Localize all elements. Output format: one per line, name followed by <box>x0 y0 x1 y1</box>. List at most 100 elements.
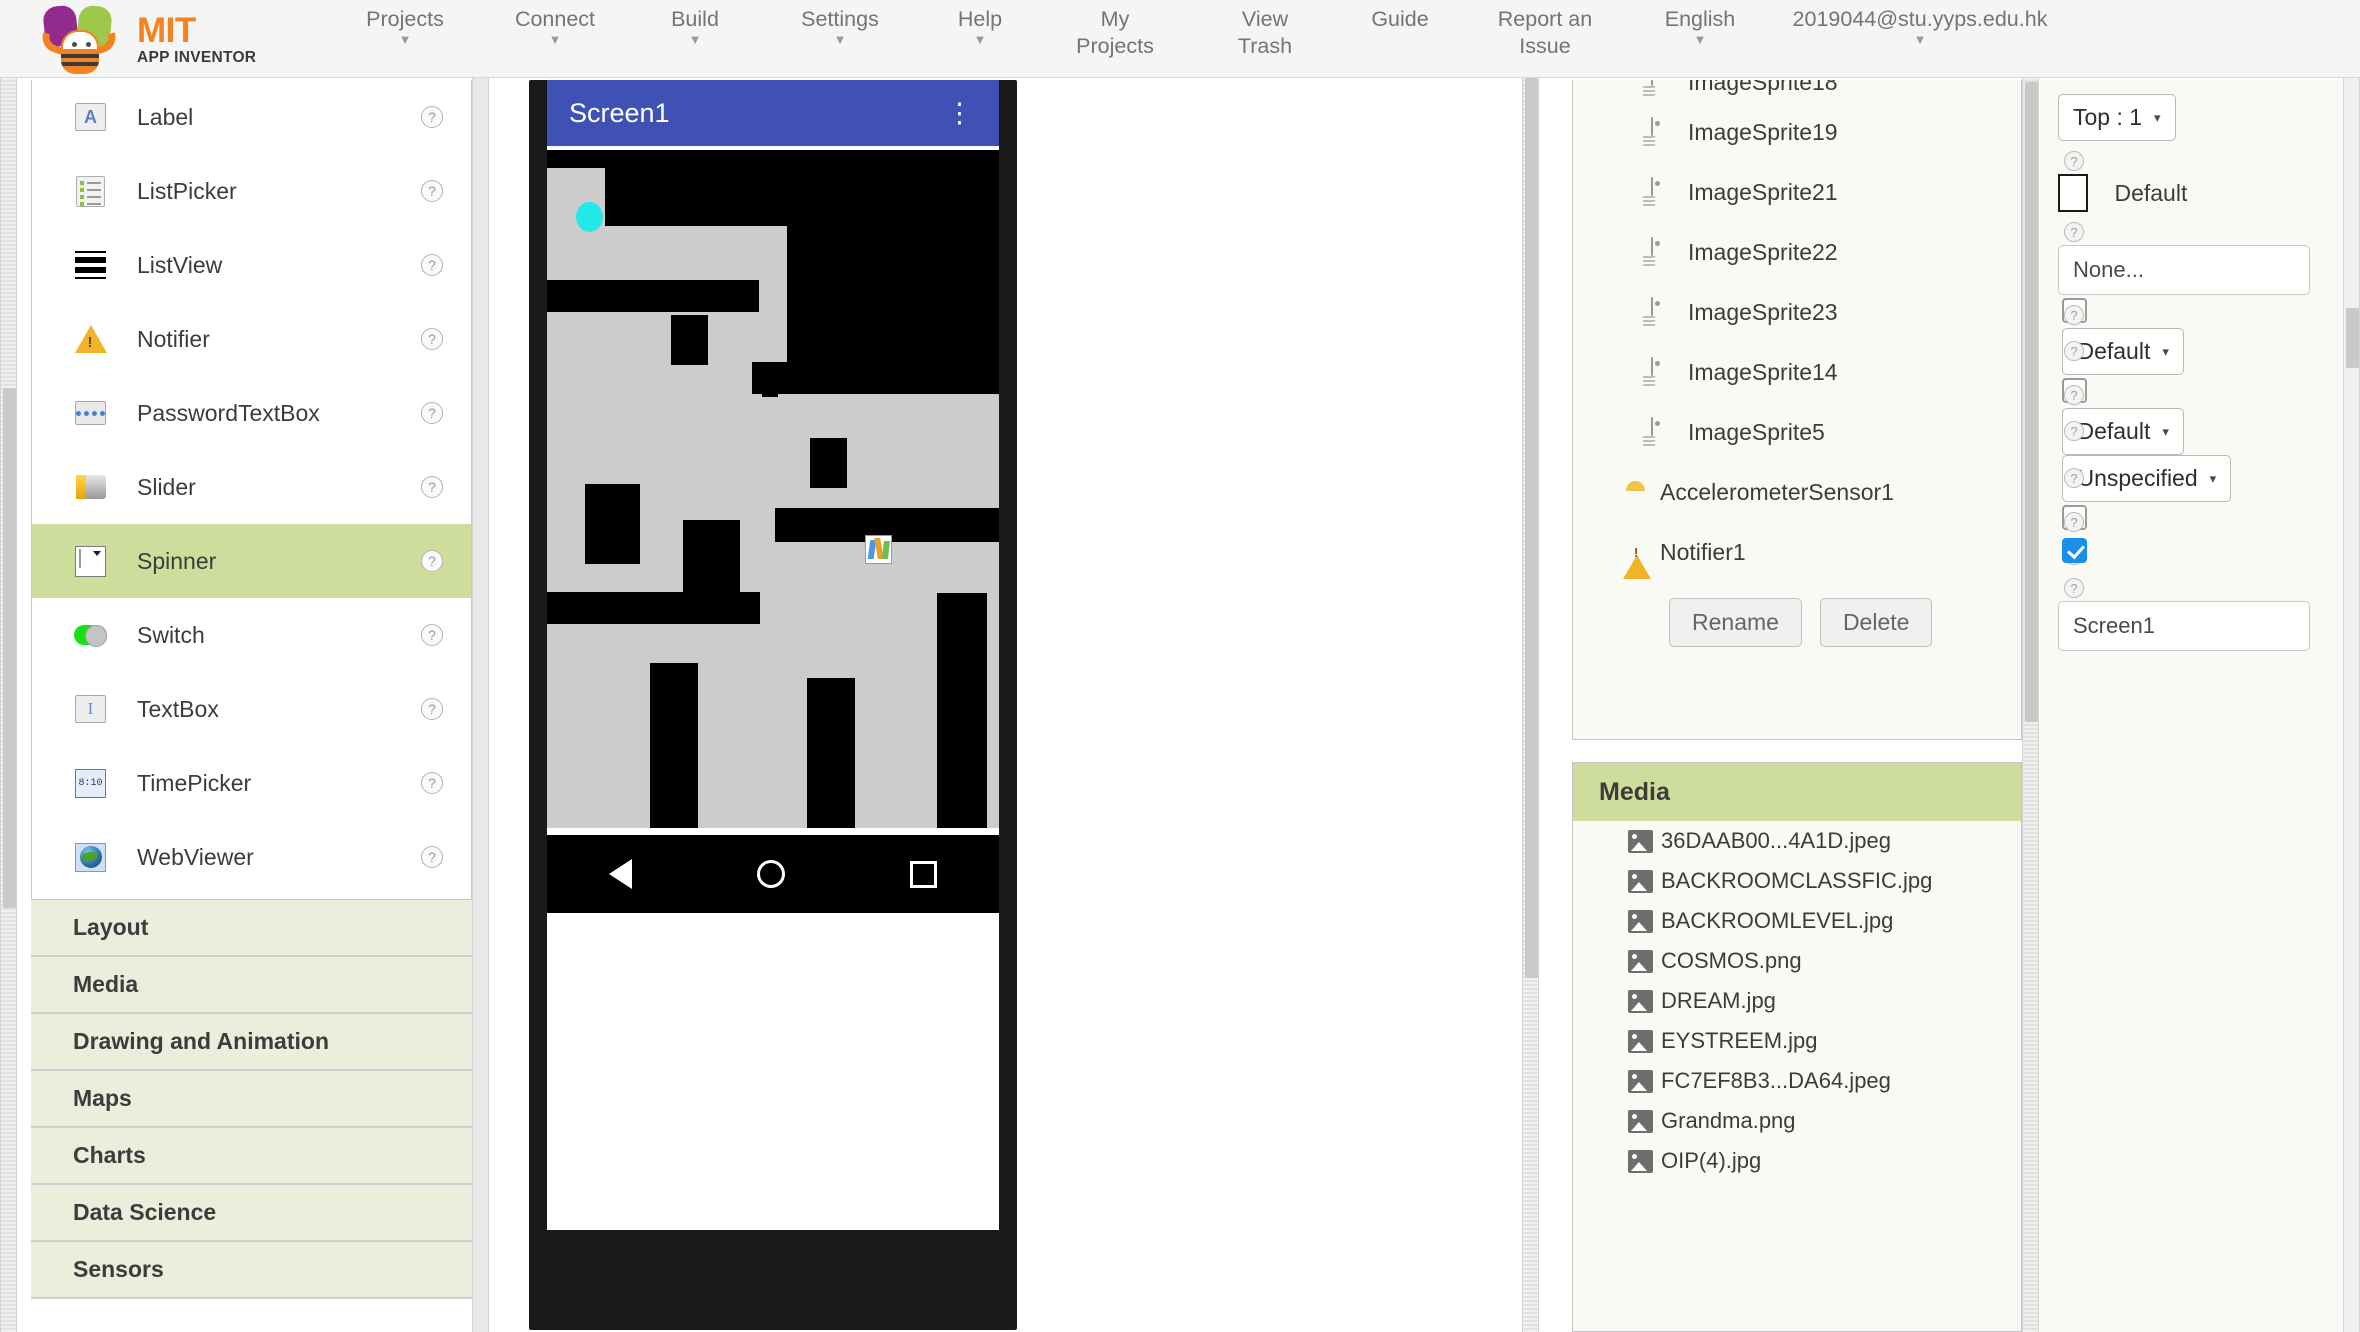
properties-scrollbar[interactable] <box>2343 78 2360 1332</box>
delete-button[interactable]: Delete <box>1820 598 1932 647</box>
menu-item-settings[interactable]: Settings▼ <box>760 3 920 45</box>
help-icon[interactable]: ? <box>421 772 443 794</box>
palette-item-webviewer[interactable]: WebViewer? <box>32 820 471 894</box>
align-vertical-select[interactable]: Top : 1 ▾ <box>2058 94 2176 141</box>
home-icon[interactable] <box>757 860 785 888</box>
help-icon[interactable]: ? <box>2064 421 2084 441</box>
palette-item-textbox[interactable]: ITextBox? <box>32 672 471 746</box>
mit-app-inventor-logo[interactable]: MIT APP INVENTOR <box>0 0 330 78</box>
help-icon[interactable]: ? <box>421 698 443 720</box>
media-file-item[interactable]: COSMOS.png <box>1573 941 2021 981</box>
component-tree-item-accelerometersensor1[interactable]: AccelerometerSensor1 <box>1573 462 2021 522</box>
palette-category-layout[interactable]: Layout <box>31 900 472 957</box>
overflow-menu-icon[interactable]: ⋮ <box>946 108 973 118</box>
media-file-item[interactable]: 36DAAB00...4A1D.jpeg <box>1573 821 2021 861</box>
palette-item-listpicker[interactable]: ListPicker? <box>32 154 471 228</box>
palette-item-listview[interactable]: ListView? <box>32 228 471 302</box>
player-ball-sprite[interactable] <box>576 202 603 232</box>
help-icon[interactable]: ? <box>421 328 443 350</box>
help-icon[interactable]: ? <box>2064 512 2084 532</box>
palette-item-switch[interactable]: Switch? <box>32 598 471 672</box>
menu-item-report-an[interactable]: Report anIssue <box>1460 3 1630 60</box>
component-tree-item-imagesprite19[interactable]: ImageSprite19 <box>1573 102 2021 162</box>
help-icon[interactable]: ? <box>2064 578 2084 598</box>
palette-category-media[interactable]: Media <box>31 957 472 1014</box>
palette-category-drawing-and-animation[interactable]: Drawing and Animation <box>31 1014 472 1071</box>
menu-item-projects[interactable]: Projects▼ <box>330 3 480 45</box>
media-file-item[interactable]: BACKROOMCLASSFIC.jpg <box>1573 861 2021 901</box>
menu-item-my[interactable]: MyProjects <box>1040 3 1190 60</box>
slider-icon <box>74 471 107 504</box>
palette-category-label: Sensors <box>73 1256 164 1283</box>
media-file-item[interactable]: DREAM.jpg <box>1573 981 2021 1021</box>
menu-item-2019044-stu-yyps-edu-hk[interactable]: 2019044@stu.yyps.edu.hk▼ <box>1770 3 2070 45</box>
media-file-item[interactable]: Grandma.png <box>1573 1101 2021 1141</box>
palette-category-charts[interactable]: Charts <box>31 1128 472 1185</box>
help-icon[interactable]: ? <box>2064 151 2084 171</box>
help-icon[interactable]: ? <box>2064 341 2084 361</box>
menu-item-help[interactable]: Help▼ <box>920 3 1040 45</box>
palette-item-label[interactable]: ALabel? <box>32 80 471 154</box>
palette-item-timepicker[interactable]: 8:10TimePicker? <box>32 746 471 820</box>
component-tree-item-label: ImageSprite22 <box>1688 239 1838 266</box>
palette-item-label: Notifier <box>137 326 210 353</box>
help-icon[interactable]: ? <box>2064 385 2084 405</box>
help-icon[interactable]: ? <box>421 180 443 202</box>
component-tree-item-imagesprite5[interactable]: ImageSprite5 <box>1573 402 2021 462</box>
help-icon[interactable]: ? <box>2064 305 2084 325</box>
media-file-label: DREAM.jpg <box>1661 988 1776 1014</box>
component-tree-item-imagesprite23[interactable]: ImageSprite23 <box>1573 282 2021 342</box>
menu-item-connect[interactable]: Connect▼ <box>480 3 630 45</box>
recents-icon[interactable] <box>910 861 937 888</box>
menu-item-view[interactable]: ViewTrash <box>1190 3 1340 60</box>
game-canvas[interactable]: THE END <box>547 150 999 828</box>
help-icon[interactable]: ? <box>421 106 443 128</box>
component-tree-item-imagesprite18[interactable]: ImageSprite18 <box>1573 80 2021 102</box>
palette-panel: ALabel?ListPicker?ListView?Notifier?Pass… <box>17 78 472 1332</box>
media-file-label: BACKROOMLEVEL.jpg <box>1661 908 1893 934</box>
help-icon[interactable]: ? <box>421 550 443 572</box>
background-image-field[interactable]: None... <box>2058 245 2310 295</box>
back-icon[interactable] <box>609 859 632 889</box>
left-scrollbar[interactable] <box>0 78 17 1332</box>
media-file-item[interactable]: EYSTREEM.jpg <box>1573 1021 2021 1061</box>
media-file-list: 36DAAB00...4A1D.jpegBACKROOMCLASSFIC.jpg… <box>1573 821 2021 1181</box>
image-file-icon <box>1628 910 1653 933</box>
component-tree-item-imagesprite14[interactable]: ImageSprite14 <box>1573 342 2021 402</box>
help-icon[interactable]: ? <box>2064 222 2084 242</box>
viewer-right-scrollbar[interactable] <box>1522 78 1539 1332</box>
palette-item-notifier[interactable]: Notifier? <box>32 302 471 376</box>
title-field[interactable]: Screen1 <box>2058 601 2310 651</box>
spinner-icon <box>74 545 107 578</box>
component-tree-item-imagesprite21[interactable]: ImageSprite21 <box>1573 162 2021 222</box>
background-color-value: Default <box>2114 180 2187 206</box>
palette-category-sensors[interactable]: Sensors <box>31 1242 472 1299</box>
palette-category-data-science[interactable]: Data Science <box>31 1185 472 1242</box>
goal-sprite-icon[interactable] <box>865 535 892 564</box>
help-icon[interactable]: ? <box>421 476 443 498</box>
palette-category-maps[interactable]: Maps <box>31 1071 472 1128</box>
screen-orientation-select[interactable]: Unspecified ▾ <box>2062 455 2231 502</box>
palette-item-spinner[interactable]: Spinner? <box>32 524 471 598</box>
help-icon[interactable]: ? <box>2064 468 2084 488</box>
help-icon[interactable]: ? <box>421 846 443 868</box>
component-tree-item-notifier1[interactable]: Notifier1 <box>1573 522 2021 582</box>
component-tree-item-imagesprite22[interactable]: ImageSprite22 <box>1573 222 2021 282</box>
rename-button[interactable]: Rename <box>1669 598 1802 647</box>
component-tree-item-label: Notifier1 <box>1660 539 1746 566</box>
help-icon[interactable]: ? <box>421 402 443 424</box>
background-color-swatch[interactable] <box>2058 174 2088 212</box>
menu-item-english[interactable]: English▼ <box>1630 3 1770 45</box>
menu-item-build[interactable]: Build▼ <box>630 3 760 45</box>
help-icon[interactable]: ? <box>421 254 443 276</box>
media-file-item[interactable]: FC7EF8B3...DA64.jpeg <box>1573 1061 2021 1101</box>
palette-item-slider[interactable]: Slider? <box>32 450 471 524</box>
components-scrollbar[interactable] <box>2022 78 2039 1332</box>
palette-item-passwordtextbox[interactable]: PasswordTextBox? <box>32 376 471 450</box>
menu-item-guide[interactable]: Guide <box>1340 3 1460 33</box>
component-tree-item-label: ImageSprite21 <box>1688 179 1838 206</box>
media-file-item[interactable]: BACKROOMLEVEL.jpg <box>1573 901 2021 941</box>
media-file-item[interactable]: OIP(4).jpg <box>1573 1141 2021 1181</box>
help-icon[interactable]: ? <box>421 624 443 646</box>
show-status-bar-checkbox[interactable] <box>2062 538 2087 563</box>
